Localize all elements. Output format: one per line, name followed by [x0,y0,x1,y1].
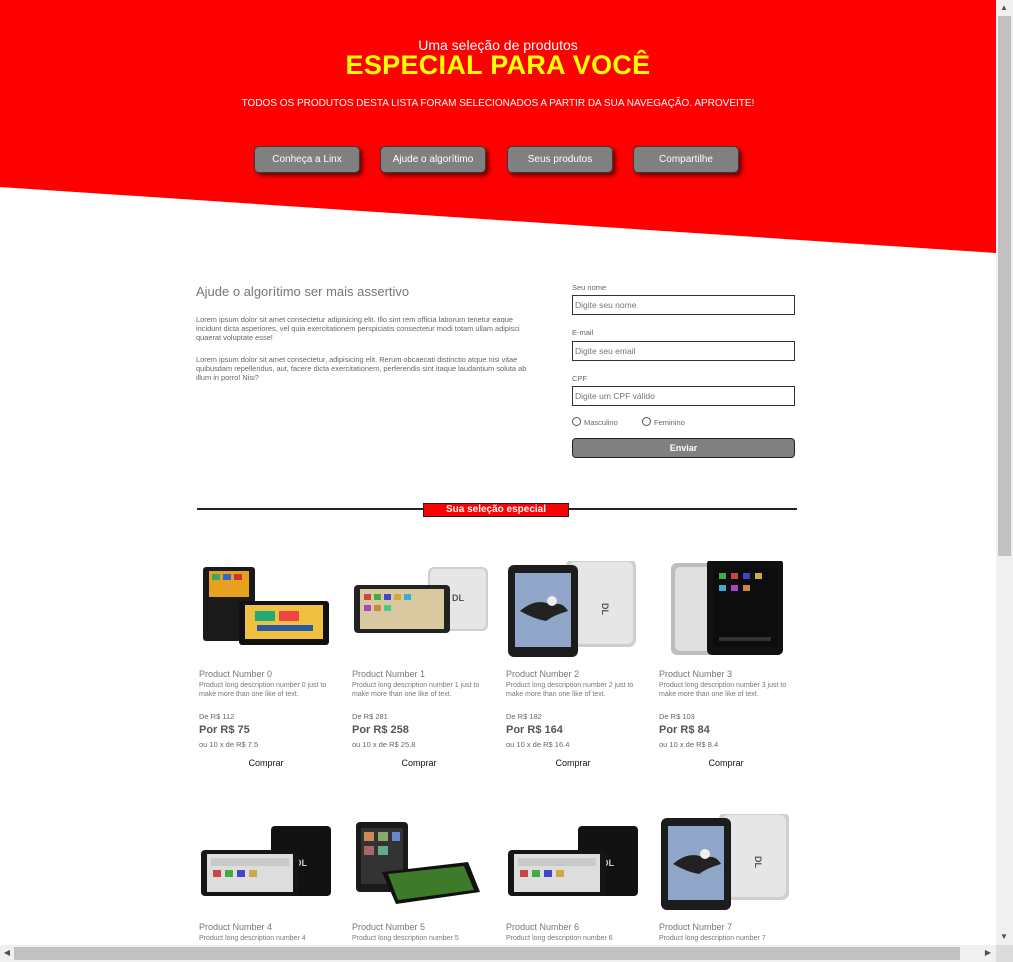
product-old-price: De R$ 103 [659,712,695,721]
product-image[interactable]: DL [659,814,799,914]
radio-feminino-label: Feminino [654,418,685,427]
price-value: R$ 75 [220,724,250,736]
vertical-scrollbar-thumb[interactable] [998,16,1011,556]
buy-button[interactable]: Comprar [382,758,456,768]
nav-button-compartilhe[interactable]: Compartilhe [633,146,739,173]
product-description: Product long description number 1 just t… [352,682,480,698]
product-price: Por R$ 258 [352,724,409,736]
nav-button-seus-produtos[interactable]: Seus produtos [507,146,613,173]
product-image[interactable]: DL [506,814,646,914]
price-prefix: Por [199,724,221,736]
product-price: Por R$ 164 [506,724,563,736]
radio-masculino[interactable] [572,417,581,426]
buy-button[interactable]: Comprar [689,758,763,768]
nav-button-ajude-algoritimo[interactable]: Ajude o algorítimo [380,146,486,173]
radio-masculino-label: Masculino [584,418,618,427]
product-description: Product long description number 6 [506,935,613,942]
product-installments: ou 10 x de R$ 8.4 [659,740,719,749]
product-name[interactable]: Product Number 3 [659,669,732,679]
product-image[interactable]: DL [352,561,492,661]
product-name[interactable]: Product Number 4 [199,922,272,932]
buy-button[interactable]: Comprar [536,758,610,768]
section-badge: Sua seleção especial [423,503,569,517]
price-value: R$ 84 [680,724,710,736]
hero-title: ESPECIAL PARA VOCÊ [345,50,651,80]
product-installments: ou 10 x de R$ 16.4 [506,740,570,749]
price-prefix: Por [352,724,374,736]
scrollbar-corner [996,945,1013,962]
product-description: Product long description number 5 [352,935,459,942]
email-label: E-mail [572,328,594,337]
buy-button[interactable]: Comprar [229,758,303,768]
product-name[interactable]: Product Number 0 [199,669,272,679]
price-value: R$ 258 [373,724,409,736]
product-description: Product long description number 0 just t… [199,682,327,698]
price-value: R$ 164 [527,724,563,736]
cpf-label: CPF [572,374,587,383]
product-description: Product long description number 7 [659,935,766,942]
product-image[interactable] [352,814,492,914]
svg-text:DL: DL [753,856,763,868]
scroll-left-icon[interactable]: ◀ [1,948,13,958]
product-name[interactable]: Product Number 6 [506,922,579,932]
product-name[interactable]: Product Number 2 [506,669,579,679]
product-image[interactable]: DL [506,561,646,661]
help-paragraph-2: Lorem ipsum dolor sit amet consectetur, … [196,355,527,382]
page-viewport: Uma seleção de produtos ESPECIAL PARA VO… [0,0,996,945]
scroll-right-icon[interactable]: ▶ [982,948,994,958]
product-old-price: De R$ 112 [199,712,235,721]
scroll-up-icon[interactable]: ▲ [998,3,1010,13]
nav-button-conheca-linx[interactable]: Conheça a Linx [254,146,360,173]
product-image[interactable] [199,561,339,661]
help-paragraph-1: Lorem ipsum dolor sit amet consectetur a… [196,315,520,342]
product-name[interactable]: Product Number 5 [352,922,425,932]
product-installments: ou 10 x de R$ 25.8 [352,740,416,749]
hero-description: TODOS OS PRODUTOS DESTA LISTA FORAM SELE… [241,98,755,109]
email-input[interactable] [572,341,795,361]
product-price: Por R$ 84 [659,724,710,736]
help-title: Ajude o algorítimo ser mais assertivo [196,284,410,299]
name-input[interactable] [572,295,795,315]
product-description: Product long description number 2 just t… [506,682,634,698]
product-description: Product long description number 4 [199,935,306,942]
product-name[interactable]: Product Number 1 [352,669,425,679]
scroll-down-icon[interactable]: ▼ [998,932,1010,942]
product-old-price: De R$ 281 [352,712,388,721]
product-old-price: De R$ 182 [506,712,542,721]
svg-text:DL: DL [452,593,464,603]
product-description: Product long description number 3 just t… [659,682,787,698]
cpf-input[interactable] [572,386,795,406]
name-label: Seu nome [572,283,607,292]
svg-text:DL: DL [600,603,610,615]
price-prefix: Por [506,724,528,736]
product-installments: ou 10 x de R$ 7.5 [199,740,259,749]
radio-feminino[interactable] [642,417,651,426]
product-image[interactable]: DL [199,814,339,914]
price-prefix: Por [659,724,681,736]
product-name[interactable]: Product Number 7 [659,922,732,932]
product-image[interactable] [659,561,799,661]
horizontal-scrollbar-thumb[interactable] [14,947,960,960]
product-price: Por R$ 75 [199,724,250,736]
submit-button[interactable]: Enviar [572,438,795,458]
